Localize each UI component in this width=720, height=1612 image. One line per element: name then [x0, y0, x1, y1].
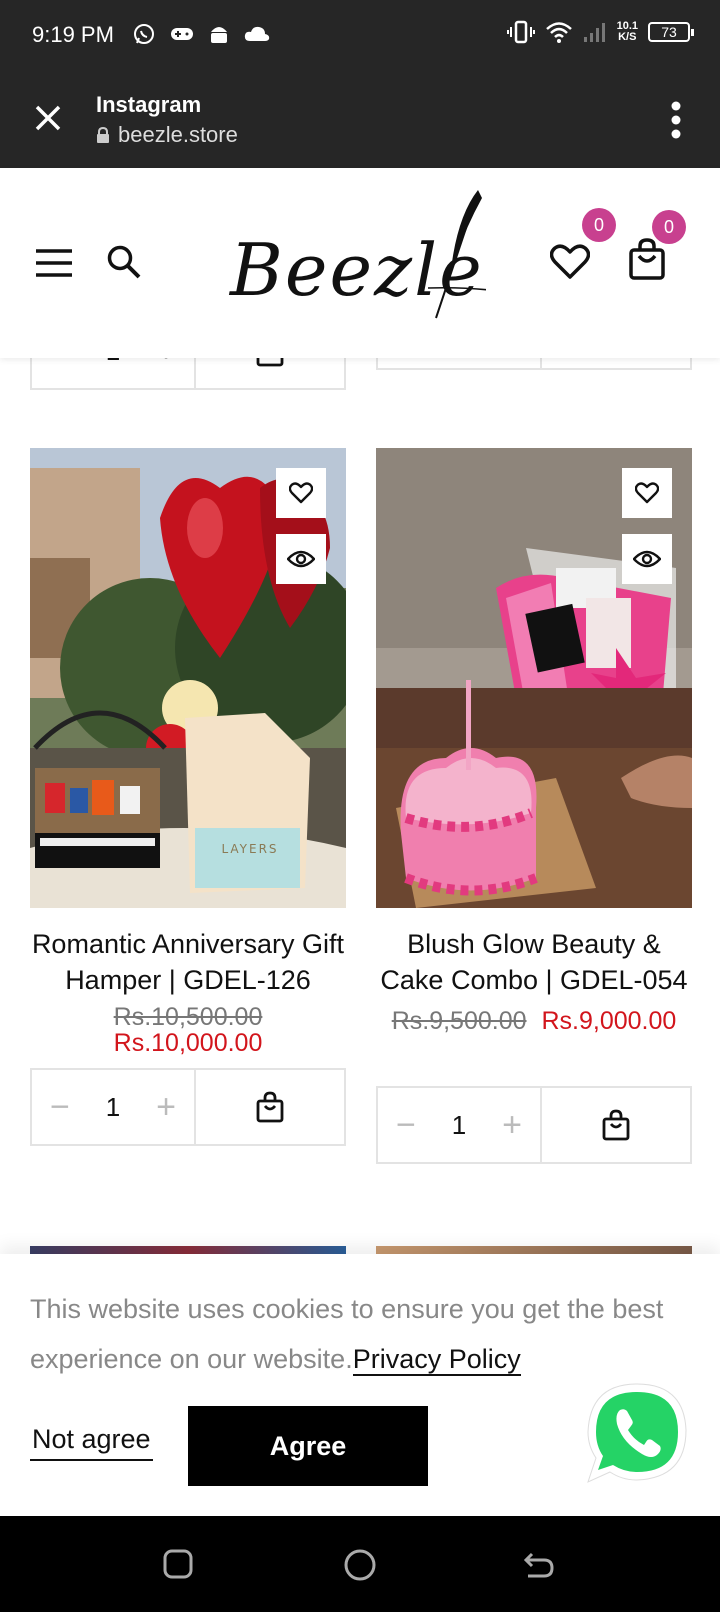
cookie-message: This website uses cookies to ensure you …	[30, 1284, 670, 1384]
battery-indicator: 73	[648, 22, 694, 42]
status-notification-icons	[132, 22, 270, 46]
next-product-image[interactable]	[30, 1246, 346, 1254]
search-icon[interactable]	[106, 244, 142, 285]
android-icon	[211, 27, 227, 43]
wifi-icon	[545, 22, 572, 43]
product-name[interactable]: Blush Glow Beauty & Cake Combo | GDEL-05…	[376, 926, 692, 998]
sale-price: Rs.9,000.00	[541, 1007, 677, 1035]
next-product-image[interactable]	[376, 1246, 692, 1254]
product-image[interactable]: LAYERS	[30, 448, 346, 908]
quantity-value[interactable]: 1	[452, 1110, 466, 1141]
sale-price: Rs.10,000.00	[113, 1029, 263, 1057]
browser-url-text: beezle.store	[118, 122, 238, 147]
product-price: Rs.9,500.00 Rs.9,000.00	[376, 1008, 692, 1034]
previous-row-qty-box	[376, 358, 692, 370]
divider	[540, 358, 542, 368]
shopping-bag-icon	[256, 358, 284, 367]
original-price: Rs.10,500.00	[113, 1003, 263, 1031]
wishlist-count-badge: 0	[582, 208, 616, 242]
agree-button[interactable]: Agree	[188, 1406, 428, 1486]
product-name[interactable]: Romantic Anniversary Gift Hamper | GDEL-…	[30, 926, 346, 998]
cookie-message-text: This website uses cookies to ensure you …	[30, 1294, 664, 1374]
original-price: Rs.9,500.00	[391, 1007, 527, 1035]
wishlist-button[interactable]: 0	[549, 208, 616, 285]
more-options-icon[interactable]	[670, 100, 682, 145]
heart-icon	[289, 482, 313, 504]
back-icon[interactable]	[522, 1550, 556, 1585]
increase-icon[interactable]: +	[502, 1106, 522, 1145]
network-speed: 10.1 K/S	[617, 21, 638, 43]
decrease-icon[interactable]: −	[396, 1106, 416, 1145]
whatsapp-chat-button[interactable]	[584, 1380, 690, 1491]
product-price: Rs.10,500.00 Rs.10,000.00	[30, 1004, 346, 1056]
in-app-browser-bar: Instagram beezle.store	[0, 72, 720, 168]
lock-icon	[97, 127, 109, 143]
status-bar: 9:19 PM 10.1 K/S 73	[0, 0, 720, 72]
quantity-stepper[interactable]: − 1 +	[32, 1070, 196, 1144]
quantity-box: − 1 +	[30, 1068, 346, 1146]
add-to-cart-button[interactable]	[196, 358, 344, 388]
heart-icon	[549, 244, 591, 279]
privacy-policy-link[interactable]: Privacy Policy	[352, 1344, 521, 1376]
recent-apps-icon[interactable]	[162, 1548, 194, 1585]
increase-icon[interactable]: +	[156, 358, 176, 371]
product-grid: − 1 +	[0, 358, 720, 1254]
add-to-cart-button[interactable]	[196, 1070, 344, 1144]
shopping-bag-icon	[602, 1109, 630, 1141]
close-icon[interactable]	[30, 100, 66, 141]
browser-title: Instagram	[96, 92, 202, 117]
cloud-icon	[244, 26, 270, 41]
not-agree-button[interactable]: Not agree	[30, 1424, 153, 1461]
cart-count-badge: 0	[652, 210, 686, 244]
quantity-value[interactable]: 1	[106, 358, 120, 367]
decrease-icon[interactable]: −	[50, 358, 70, 371]
status-system-icons: 10.1 K/S 73	[506, 20, 694, 44]
hamburger-menu-icon[interactable]	[34, 248, 74, 283]
eye-icon	[633, 550, 661, 568]
signal-icon	[583, 23, 605, 42]
product-card[interactable]: LAYERS Romantic Anniversary Gift Hamper …	[30, 448, 346, 1056]
quick-view-button[interactable]	[622, 534, 672, 584]
site-header: Beezle 0 0	[0, 168, 720, 358]
previous-row-qty-box: − 1 +	[30, 358, 346, 390]
add-to-cart-button[interactable]	[542, 1088, 690, 1162]
shopping-bag-icon	[629, 238, 665, 280]
add-to-wishlist-button[interactable]	[276, 468, 326, 518]
home-icon[interactable]	[343, 1548, 377, 1587]
heart-icon	[635, 482, 659, 504]
whatsapp-icon	[587, 1383, 687, 1483]
beezle-logo[interactable]: Beezle	[230, 188, 490, 338]
status-time: 9:19 PM	[32, 22, 114, 47]
system-navigation-bar	[0, 1516, 720, 1612]
whatsapp-notification-icon	[134, 24, 154, 44]
quick-view-button[interactable]	[276, 534, 326, 584]
quill-icon	[427, 190, 486, 319]
gamepad-icon	[171, 28, 193, 40]
product-image[interactable]	[376, 448, 692, 908]
svg-text:LAYERS: LAYERS	[221, 842, 278, 856]
add-to-wishlist-button[interactable]	[622, 468, 672, 518]
vibrate-icon	[506, 20, 535, 44]
eye-icon	[287, 550, 315, 568]
battery-level: 73	[661, 24, 677, 40]
quantity-value[interactable]: 1	[106, 1092, 120, 1123]
increase-icon[interactable]: +	[156, 1088, 176, 1127]
cart-button[interactable]: 0	[628, 210, 686, 285]
decrease-icon[interactable]: −	[50, 1088, 70, 1127]
quantity-stepper[interactable]: − 1 +	[32, 358, 196, 388]
shopping-bag-icon	[256, 1091, 284, 1123]
quantity-box: − 1 +	[376, 1086, 692, 1164]
browser-url: beezle.store	[96, 122, 238, 148]
network-speed-unit: K/S	[618, 31, 637, 43]
quantity-stepper[interactable]: − 1 +	[378, 1088, 542, 1162]
product-card[interactable]: Blush Glow Beauty & Cake Combo | GDEL-05…	[376, 448, 692, 1034]
